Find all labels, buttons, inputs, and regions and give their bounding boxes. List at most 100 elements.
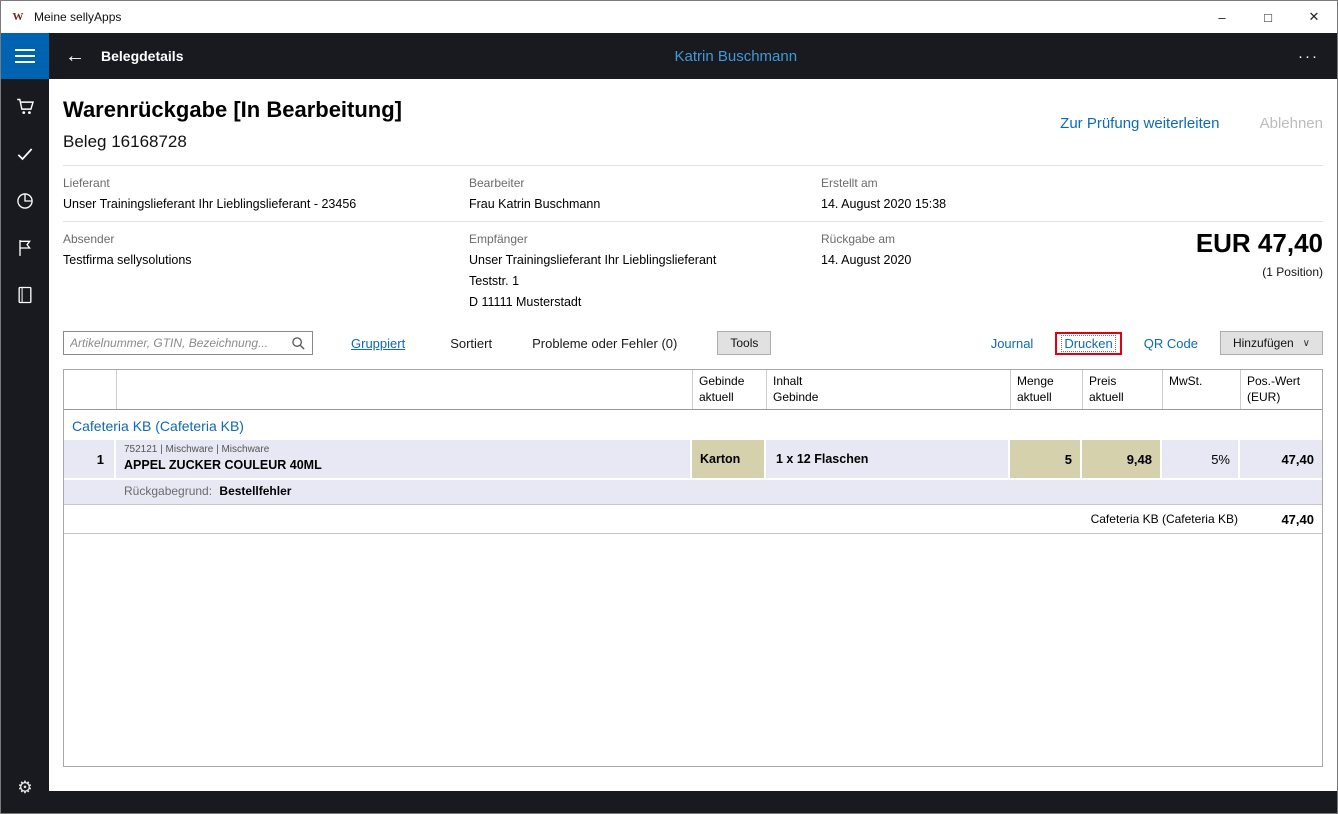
sidebar-item-statistics[interactable] bbox=[1, 177, 49, 224]
info-value: Unser Trainingslieferant Ihr Lieblingsli… bbox=[63, 197, 469, 211]
row-preis-cell[interactable]: 9,48 bbox=[1082, 440, 1162, 478]
info-value: Unser Trainingslieferant Ihr Lieblingsli… bbox=[469, 253, 821, 267]
col-inhalt: Inhalt Gebinde bbox=[766, 370, 1010, 409]
row-mwst-cell: 5% bbox=[1162, 440, 1240, 478]
search-icon bbox=[291, 336, 306, 351]
col-header-line: Gebinde bbox=[773, 390, 1004, 406]
qr-code-link[interactable]: QR Code bbox=[1144, 336, 1198, 351]
article-search[interactable] bbox=[63, 331, 313, 355]
info-lieferant: Lieferant Unser Trainingslieferant Ihr L… bbox=[63, 176, 469, 211]
chevron-down-icon: ∨ bbox=[1303, 338, 1310, 349]
search-input[interactable] bbox=[70, 336, 291, 350]
document-header: Warenrückgabe [In Bearbeitung] Beleg 161… bbox=[49, 79, 1337, 152]
document-info: Lieferant Unser Trainingslieferant Ihr L… bbox=[49, 166, 1337, 309]
sidebar-item-tasks[interactable] bbox=[1, 130, 49, 177]
info-label: Bearbeiter bbox=[469, 176, 821, 190]
settings-button[interactable]: ⚙ bbox=[1, 764, 49, 811]
pie-chart-icon bbox=[15, 191, 35, 211]
document-number: Beleg 16168728 bbox=[63, 132, 1323, 152]
col-header-line: Pos.-Wert bbox=[1247, 374, 1316, 390]
sidebar-item-journal[interactable] bbox=[1, 271, 49, 318]
window-controls: – □ ✕ bbox=[1199, 1, 1337, 33]
toolbar-right: Journal Drucken QR Code Hinzufügen ∨ bbox=[991, 331, 1323, 355]
info-label: Erstellt am bbox=[821, 176, 1323, 190]
col-header-line: aktuell bbox=[1017, 390, 1076, 406]
app-title: Meine sellyApps bbox=[34, 10, 121, 24]
positions-table: Gebinde aktuell Inhalt Gebinde Menge akt… bbox=[63, 369, 1323, 767]
check-icon bbox=[15, 144, 35, 164]
cart-icon bbox=[15, 96, 36, 117]
info-label: Absender bbox=[63, 232, 469, 246]
more-options-button[interactable]: ··· bbox=[1298, 48, 1319, 65]
row-menge-cell[interactable]: 5 bbox=[1010, 440, 1082, 478]
filter-probleme-link[interactable]: Probleme oder Fehler (0) bbox=[532, 336, 677, 351]
info-row-1: Lieferant Unser Trainingslieferant Ihr L… bbox=[63, 166, 1323, 211]
info-empfaenger: Empfänger Unser Trainingslieferant Ihr L… bbox=[469, 232, 821, 309]
col-header-line: aktuell bbox=[699, 390, 760, 406]
page-title: Belegdetails bbox=[101, 48, 183, 64]
table-row[interactable]: 1 752121 | Mischware | Mischware APPEL Z… bbox=[64, 440, 1322, 478]
col-article bbox=[116, 370, 692, 409]
col-header-line: (EUR) bbox=[1247, 390, 1316, 406]
info-absender: Absender Testfirma sellysolutions bbox=[63, 232, 469, 309]
info-bearbeiter: Bearbeiter Frau Katrin Buschmann bbox=[469, 176, 821, 211]
info-value: Testfirma sellysolutions bbox=[63, 253, 469, 267]
info-value: 14. August 2020 15:38 bbox=[821, 197, 1323, 211]
col-gebinde: Gebinde aktuell bbox=[692, 370, 766, 409]
reject-action[interactable]: Ablehnen bbox=[1260, 115, 1323, 132]
reason-label: Rückgabegrund: bbox=[124, 484, 212, 498]
main-content: Warenrückgabe [In Bearbeitung] Beleg 161… bbox=[49, 79, 1337, 791]
filter-gruppiert-link[interactable]: Gruppiert bbox=[351, 336, 405, 351]
group-summary-row: Cafeteria KB (Cafeteria KB) 47,40 bbox=[64, 504, 1322, 534]
document-actions: Zur Prüfung weiterleiten Ablehnen bbox=[1060, 115, 1323, 132]
info-value: D 11111 Musterstadt bbox=[469, 295, 821, 309]
hinzufuegen-button-label: Hinzufügen bbox=[1233, 336, 1294, 350]
hamburger-icon bbox=[15, 48, 35, 64]
sidebar: ⚙ bbox=[1, 79, 49, 813]
close-button[interactable]: ✕ bbox=[1291, 1, 1337, 33]
titlebar: W Meine sellyApps – □ ✕ bbox=[1, 1, 1337, 33]
journal-link[interactable]: Journal bbox=[991, 336, 1034, 351]
position-toolbar: Gruppiert Sortiert Probleme oder Fehler … bbox=[63, 331, 1323, 355]
filter-sortiert-link[interactable]: Sortiert bbox=[450, 336, 492, 351]
row-article-cell[interactable]: 752121 | Mischware | Mischware APPEL ZUC… bbox=[116, 440, 692, 478]
menu-button[interactable] bbox=[1, 33, 49, 79]
table-header-row: Gebinde aktuell Inhalt Gebinde Menge akt… bbox=[64, 370, 1322, 410]
minimize-button[interactable]: – bbox=[1199, 1, 1245, 33]
table-empty-area bbox=[64, 534, 1322, 766]
col-header-line: aktuell bbox=[1089, 390, 1156, 406]
col-menge: Menge aktuell bbox=[1010, 370, 1082, 409]
current-user-link[interactable]: Katrin Buschmann bbox=[675, 48, 798, 65]
sidebar-item-cart[interactable] bbox=[1, 83, 49, 130]
total-positions: (1 Position) bbox=[1196, 265, 1323, 279]
summary-value: 47,40 bbox=[1238, 512, 1322, 527]
col-header-line: Inhalt bbox=[773, 374, 1004, 390]
book-icon bbox=[15, 285, 35, 305]
col-header-line: Gebinde bbox=[699, 374, 760, 390]
document-total: EUR 47,40 (1 Position) bbox=[1196, 228, 1323, 279]
row-reason: Rückgabegrund: Bestellfehler bbox=[64, 478, 1322, 504]
hinzufuegen-button[interactable]: Hinzufügen ∨ bbox=[1220, 331, 1323, 355]
sidebar-item-flags[interactable] bbox=[1, 224, 49, 271]
app-window: W Meine sellyApps – □ ✕ ← Belegdetails K… bbox=[0, 0, 1338, 814]
group-header[interactable]: Cafeteria KB (Cafeteria KB) bbox=[64, 410, 1322, 440]
info-label: Lieferant bbox=[63, 176, 469, 190]
article-meta: 752121 | Mischware | Mischware bbox=[124, 444, 682, 455]
forward-for-review-action[interactable]: Zur Prüfung weiterleiten bbox=[1060, 115, 1219, 132]
app-header: ← Belegdetails Katrin Buschmann ··· bbox=[1, 33, 1337, 79]
reason-value: Bestellfehler bbox=[219, 484, 291, 498]
drucken-link[interactable]: Drucken bbox=[1061, 335, 1115, 352]
col-wert: Pos.-Wert (EUR) bbox=[1240, 370, 1322, 409]
col-header-line: MwSt. bbox=[1169, 374, 1234, 390]
info-label: Empfänger bbox=[469, 232, 821, 246]
flag-icon bbox=[15, 238, 35, 258]
back-button[interactable]: ← bbox=[57, 45, 93, 68]
total-amount: EUR 47,40 bbox=[1196, 228, 1323, 259]
col-header-line: Menge bbox=[1017, 374, 1076, 390]
info-value: Frau Katrin Buschmann bbox=[469, 197, 821, 211]
col-header-line: Preis bbox=[1089, 374, 1156, 390]
col-preis: Preis aktuell bbox=[1082, 370, 1162, 409]
row-gebinde-cell[interactable]: Karton bbox=[692, 440, 766, 478]
maximize-button[interactable]: □ bbox=[1245, 1, 1291, 33]
tools-button[interactable]: Tools bbox=[717, 331, 771, 355]
